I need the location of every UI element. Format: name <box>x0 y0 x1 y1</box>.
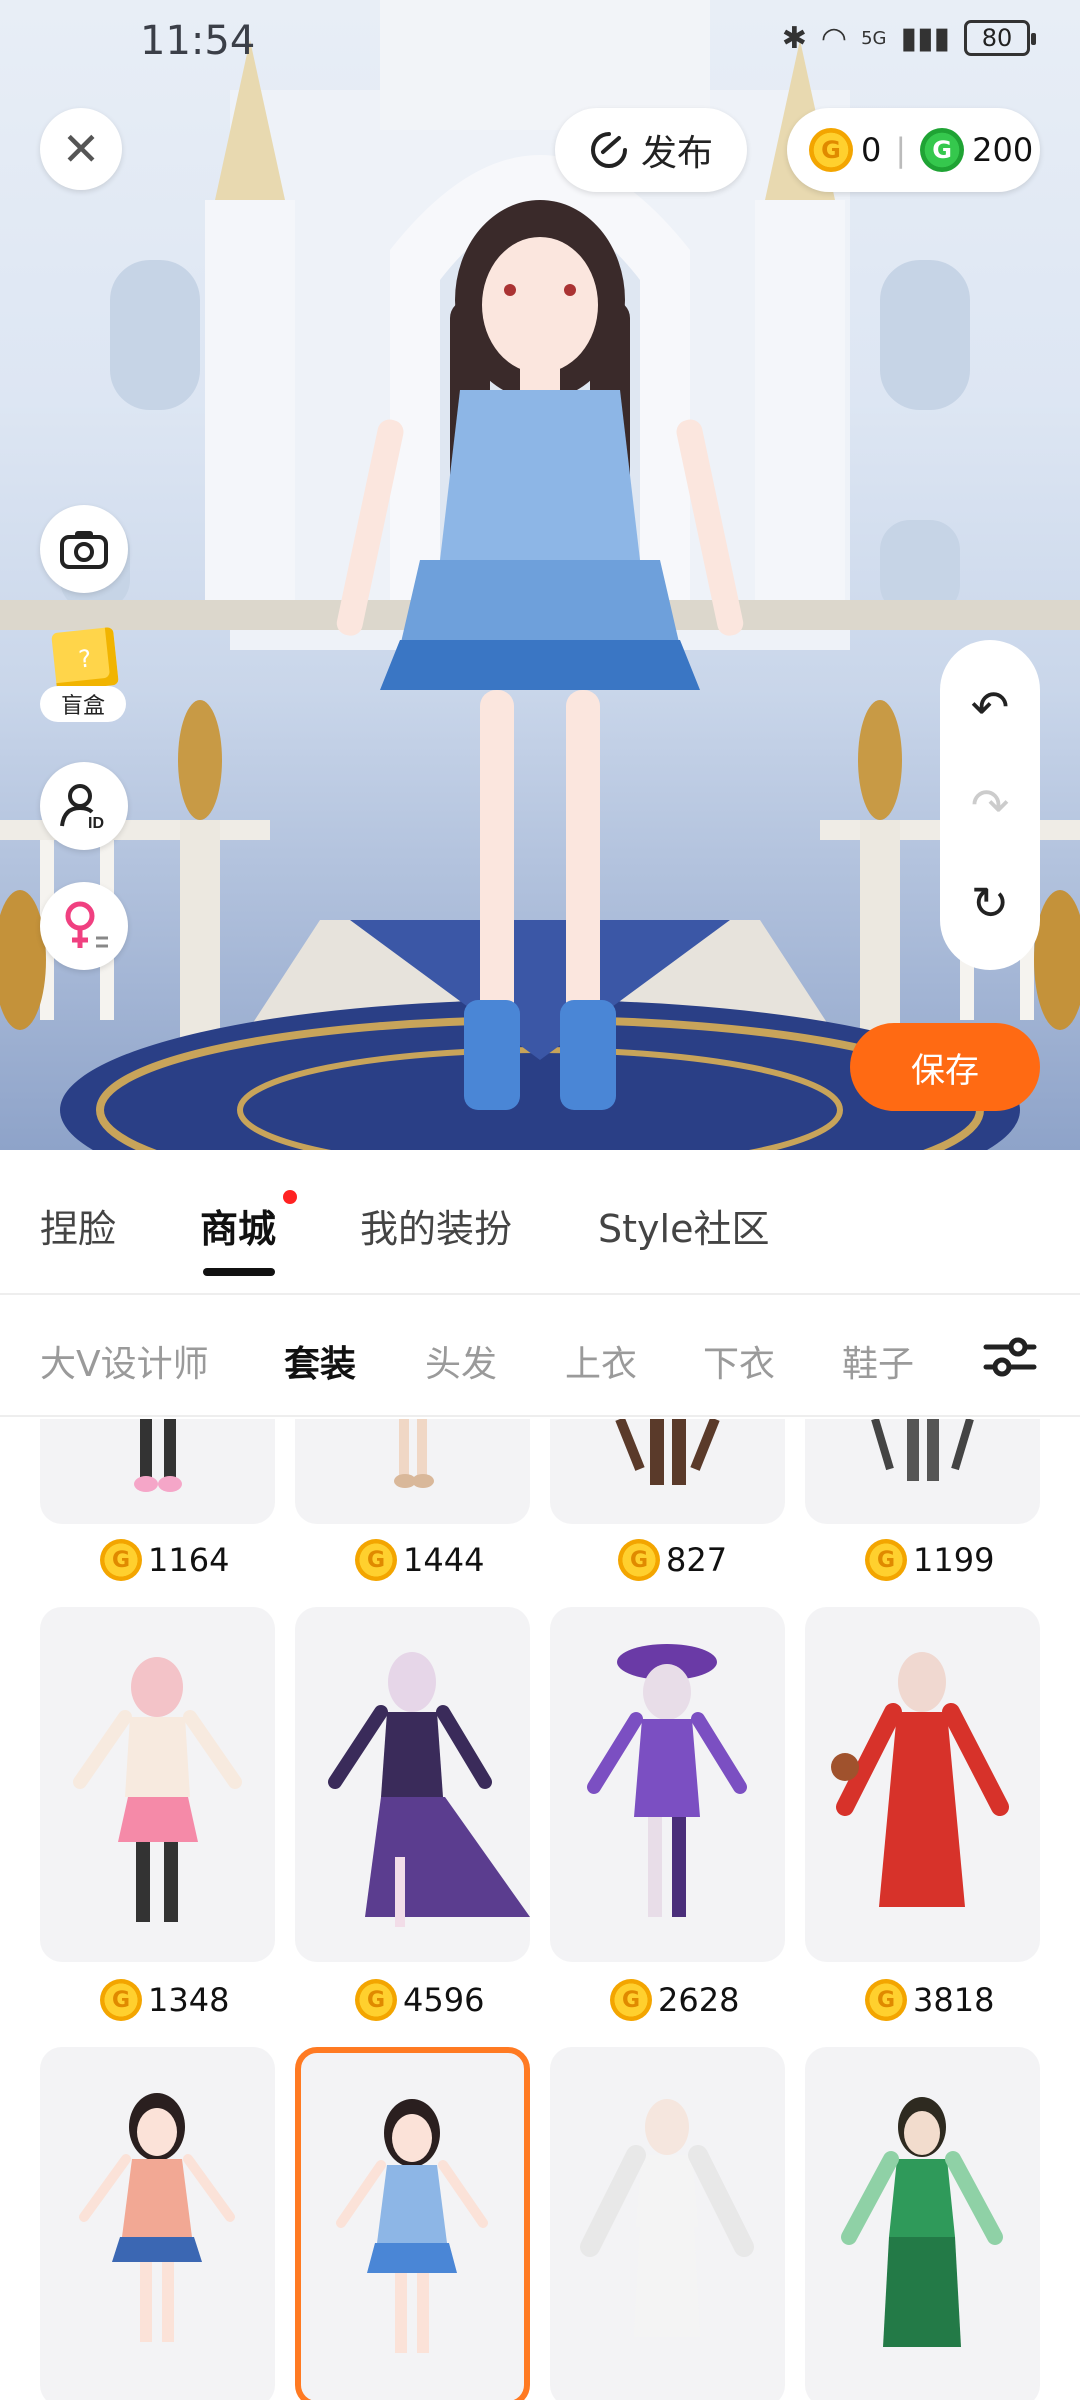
outfit-card[interactable] <box>550 1607 785 1962</box>
avatar-id-button[interactable]: ID <box>40 762 128 850</box>
battery-icon: 80 <box>964 20 1036 56</box>
close-icon: ✕ <box>61 122 101 176</box>
reset-icon[interactable]: ↻ <box>971 876 1010 930</box>
outfit-thumbnail <box>336 2099 488 2353</box>
price-value: 1164 <box>148 1541 230 1579</box>
green-coin-icon: G <box>920 128 965 172</box>
svg-text:ID: ID <box>88 815 104 832</box>
outfit-thumbnail <box>841 2097 1003 2347</box>
outfit-card[interactable] <box>805 1607 1040 1962</box>
outfit-card[interactable] <box>295 1419 530 1524</box>
redo-icon[interactable]: ↷ <box>971 778 1010 832</box>
outfit-grid: G 1164 G 1444 G 827 G 1199 G 1348 G 4596… <box>0 1419 1080 2400</box>
gold-coin-icon: G <box>610 1979 652 2021</box>
currency-divider: | <box>895 131 907 169</box>
outfit-price: G 1348 <box>100 1979 229 2021</box>
price-value: 827 <box>666 1541 728 1579</box>
camera-button[interactable] <box>40 505 128 593</box>
history-panel: ↶ ↷ ↻ <box>940 640 1040 970</box>
outfit-card-selected[interactable] <box>295 2047 530 2400</box>
outfit-thumbnail <box>587 1644 747 1917</box>
category-bottoms[interactable]: 下衣 <box>703 1335 775 1387</box>
outfit-thumbnail <box>328 1652 530 1927</box>
status-time: 11:54 <box>140 18 256 64</box>
outfit-card[interactable] <box>550 2047 785 2400</box>
close-button[interactable]: ✕ <box>40 108 122 190</box>
undo-icon[interactable]: ↶ <box>971 680 1010 734</box>
outfit-thumbnail <box>615 1419 720 1485</box>
category-designer[interactable]: 大V设计师 <box>40 1335 209 1387</box>
gold-coin-icon: G <box>100 1979 142 2021</box>
active-tab-indicator <box>203 1268 275 1276</box>
category-tops[interactable]: 上衣 <box>565 1335 637 1387</box>
outfit-card[interactable] <box>550 1419 785 1524</box>
avatar-preview[interactable]: 11:54 ✱ ◠ 5G ▮▮▮ 80 ✕ 发布 G 0 | G 200 ? 盲… <box>0 0 1080 1150</box>
outfit-card[interactable] <box>40 1419 275 1524</box>
category-tab-bar: 大V设计师 套装 头发 上衣 下衣 鞋子 <box>0 1297 1080 1417</box>
gold-coin-icon: G <box>809 128 853 172</box>
outfit-price: G 1444 <box>355 1539 484 1581</box>
gold-coin-icon: G <box>355 1539 397 1581</box>
tab-my-outfits[interactable]: 我的装扮 <box>360 1198 512 1253</box>
tab-style-community[interactable]: Style社区 <box>598 1198 769 1253</box>
camera-icon <box>60 531 108 569</box>
outfit-thumbnail <box>73 1657 242 1922</box>
gender-switch-button[interactable] <box>40 882 128 970</box>
outfit-price: G 827 <box>618 1539 727 1581</box>
outfit-thumbnail <box>394 1419 434 1488</box>
publish-icon <box>591 132 627 168</box>
price-value: 1199 <box>913 1541 995 1579</box>
save-button[interactable]: 保存 <box>850 1023 1040 1111</box>
wardrobe-panel: 捏脸 商城 我的装扮 Style社区 大V设计师 套装 头发 上衣 下衣 鞋子 <box>0 1150 1080 2400</box>
publish-label: 发布 <box>640 133 713 174</box>
outfit-thumbnail <box>831 1652 1009 1907</box>
network-type: 5G <box>861 27 887 49</box>
filter-icon[interactable] <box>980 1327 1040 1387</box>
blind-box-icon: ? <box>51 626 119 692</box>
gold-coin-icon: G <box>355 1979 397 2021</box>
gold-coin-count: 0 <box>861 131 882 169</box>
outfit-card[interactable] <box>805 2047 1040 2400</box>
status-bar: 11:54 ✱ ◠ 5G ▮▮▮ 80 <box>0 0 1080 90</box>
gold-coin-icon: G <box>618 1539 660 1581</box>
outfit-thumbnail <box>134 1419 182 1492</box>
category-shoes[interactable]: 鞋子 <box>842 1335 914 1387</box>
outfit-card[interactable] <box>40 1607 275 1962</box>
outfit-thumbnail <box>79 2093 235 2342</box>
outfit-card[interactable] <box>295 1607 530 1962</box>
user-id-icon: ID <box>60 784 104 832</box>
outfit-price: G 4596 <box>355 1979 484 2021</box>
wifi-icon: ◠ <box>820 20 848 56</box>
notification-dot <box>283 1190 297 1204</box>
currency-display[interactable]: G 0 | G 200 <box>787 108 1040 192</box>
blind-box-label: 盲盒 <box>40 686 126 722</box>
gold-coin-icon: G <box>100 1539 142 1581</box>
price-value: 2628 <box>658 1981 740 2019</box>
tab-face[interactable]: 捏脸 <box>40 1198 116 1253</box>
outfit-card[interactable] <box>40 2047 275 2400</box>
signal-icon: ▮▮▮ <box>900 20 950 56</box>
outfit-price: G 3818 <box>865 1979 994 2021</box>
female-gender-icon <box>65 901 108 948</box>
outfit-card[interactable] <box>805 1419 1040 1524</box>
bluetooth-icon: ✱ <box>781 20 807 56</box>
main-tab-bar: 捏脸 商城 我的装扮 Style社区 <box>0 1150 1080 1295</box>
gold-coin-icon: G <box>865 1979 907 2021</box>
green-coin-count: 200 <box>972 131 1034 169</box>
gold-coin-icon: G <box>865 1539 907 1581</box>
tab-shop[interactable]: 商城 <box>200 1198 276 1253</box>
outfit-price: G 1199 <box>865 1539 994 1581</box>
category-suits[interactable]: 套装 <box>284 1335 356 1387</box>
outfit-price: G 2628 <box>610 1979 739 2021</box>
price-value: 1444 <box>403 1541 485 1579</box>
outfit-price: G 1164 <box>100 1539 229 1581</box>
category-hair[interactable]: 头发 <box>425 1335 497 1387</box>
outfit-thumbnail <box>580 2099 754 2337</box>
publish-button[interactable]: 发布 <box>555 108 747 192</box>
price-value: 1348 <box>148 1981 230 2019</box>
outfit-thumbnail <box>871 1419 974 1481</box>
blind-box-button[interactable]: ? 盲盒 <box>40 626 128 726</box>
price-value: 4596 <box>403 1981 485 2019</box>
price-value: 3818 <box>913 1981 995 2019</box>
